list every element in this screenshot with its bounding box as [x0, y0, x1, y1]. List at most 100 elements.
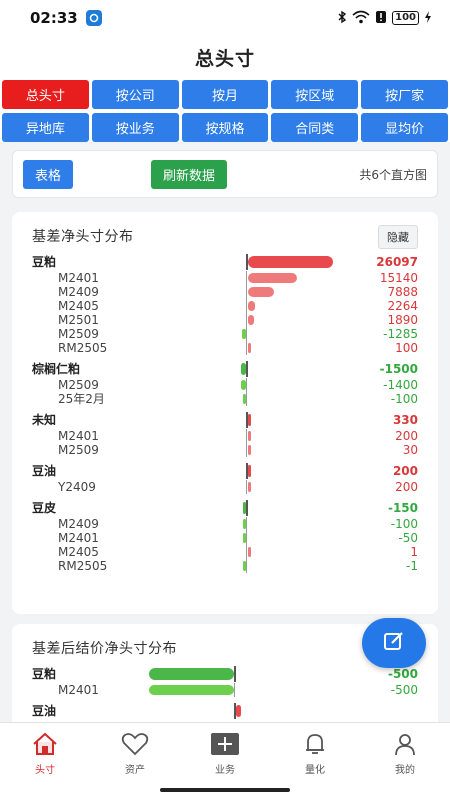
- category-row: 豆粕 26097: [12, 254, 438, 271]
- row-value: 2264: [387, 299, 418, 313]
- tab-total-position[interactable]: 总头寸: [2, 80, 89, 109]
- hide-button[interactable]: 隐藏: [378, 225, 418, 249]
- zero-axis: [246, 378, 247, 392]
- category-row: 未知 330: [12, 412, 438, 429]
- view-tabs: 总头寸 按公司 按月 按区域 按厂家 异地库 按业务 按规格 合同类 显均价: [0, 78, 450, 142]
- alert-icon: [375, 10, 387, 27]
- position-bar: [248, 465, 251, 477]
- row-value: 200: [392, 464, 418, 478]
- refresh-data-button[interactable]: 刷新数据: [151, 159, 228, 189]
- zero-axis: [246, 327, 247, 341]
- row-value: 330: [392, 413, 418, 427]
- title-bar: 总头寸: [0, 36, 450, 78]
- status-icons: 100: [337, 10, 432, 27]
- row-label: 棕榈仁粕: [32, 362, 81, 376]
- row-label: M2509: [58, 443, 99, 457]
- position-bar: [248, 273, 297, 283]
- nav-mine[interactable]: 我的: [360, 723, 450, 800]
- position-bar: [248, 301, 255, 311]
- row-label: 豆油: [32, 704, 57, 718]
- row-value: 200: [395, 429, 418, 443]
- nav-label: 资产: [125, 765, 145, 776]
- row-value: -100: [390, 392, 418, 406]
- tab-show-avg-price[interactable]: 显均价: [361, 113, 448, 142]
- tab-by-business[interactable]: 按业务: [91, 113, 179, 142]
- zero-axis: [246, 559, 247, 573]
- position-bar: [243, 561, 246, 571]
- nav-label: 业务: [215, 765, 235, 776]
- row-value: 1: [410, 545, 418, 559]
- zero-axis: [246, 500, 248, 516]
- zero-axis: [246, 299, 247, 313]
- category-row: 豆粕 -500: [12, 666, 438, 683]
- edit-icon: [383, 630, 405, 656]
- tab-by-month[interactable]: 按月: [181, 80, 269, 109]
- histogram-rows: 豆粕 26097 M2401 15140 M2409 7888 M2405 2264 M2501…: [12, 254, 438, 573]
- tab-by-company[interactable]: 按公司: [91, 80, 179, 109]
- contract-row: RM2505 -1: [12, 559, 438, 573]
- zero-axis: [246, 271, 247, 285]
- contract-row: M2401 -50: [12, 531, 438, 545]
- tab-contract-type[interactable]: 合同类: [271, 113, 359, 142]
- plus-icon: [210, 731, 240, 757]
- nav-position[interactable]: 头寸: [0, 723, 90, 800]
- battery-indicator: 100: [392, 11, 419, 25]
- zero-axis: [234, 683, 235, 697]
- heart-icon: [121, 731, 149, 757]
- zero-axis: [246, 545, 247, 559]
- tab-by-spec[interactable]: 按规格: [181, 113, 269, 142]
- contract-row: M2509 30: [12, 443, 438, 457]
- wifi-icon: [352, 10, 370, 27]
- row-value: -1500: [379, 362, 418, 376]
- contract-row: M2405 1: [12, 545, 438, 559]
- contract-row: M2405 2264: [12, 299, 438, 313]
- zero-axis: [246, 480, 247, 494]
- contract-row: M2401 15140: [12, 271, 438, 285]
- category-row: 豆油 200: [12, 463, 438, 480]
- app-notification-icon: [85, 10, 102, 26]
- row-value: -500: [387, 667, 418, 681]
- position-bar: [243, 519, 246, 529]
- tab-by-manufacturer[interactable]: 按厂家: [361, 80, 448, 109]
- chart-count-label: 共6个直方图: [359, 167, 427, 182]
- row-label: M2405: [58, 299, 99, 313]
- tab-by-region[interactable]: 按区域: [271, 80, 359, 109]
- row-value: 15140: [379, 271, 418, 285]
- row-value: -500: [390, 683, 418, 697]
- row-value: 100: [395, 341, 418, 355]
- status-bar: 02:33 100: [0, 0, 450, 36]
- row-label: 豆粕: [32, 255, 57, 269]
- tab-remote-warehouse[interactable]: 异地库: [2, 113, 89, 142]
- histogram-rows: 豆粕 -500 M2401 -500 豆油: [12, 666, 438, 720]
- row-value: -1400: [383, 378, 418, 392]
- basis-net-position-card: 基差净头寸分布 隐藏 豆粕 26097 M2401 15140 M2409 7888 M24…: [12, 212, 438, 614]
- row-label: RM2505: [58, 559, 108, 573]
- zero-axis: [234, 666, 236, 682]
- table-button[interactable]: 表格: [23, 159, 74, 189]
- row-value: -1: [406, 559, 418, 573]
- edit-fab-button[interactable]: [362, 618, 426, 668]
- row-value: -50: [398, 531, 418, 545]
- user-icon: [393, 731, 417, 757]
- nav-label: 头寸: [35, 765, 55, 776]
- position-bar: [248, 315, 254, 325]
- contract-row: RM2505 100: [12, 341, 438, 355]
- zero-axis: [246, 313, 247, 327]
- contract-row: M2509 -1285: [12, 327, 438, 341]
- row-label: M2501: [58, 313, 99, 327]
- position-bar: [241, 380, 246, 390]
- position-bar: [236, 705, 241, 717]
- zero-axis: [246, 285, 247, 299]
- card-title: 基差后结价净头寸分布: [32, 641, 177, 657]
- category-row: 豆油: [12, 703, 438, 720]
- card-title: 基差净头寸分布: [32, 229, 134, 245]
- position-bar: [243, 502, 246, 514]
- position-bar: [149, 685, 234, 695]
- position-bar: [243, 533, 246, 543]
- row-value: -100: [390, 517, 418, 531]
- row-label: Y2409: [58, 480, 96, 494]
- category-row: 棕榈仁粕 -1500: [12, 361, 438, 378]
- position-bar: [248, 287, 274, 297]
- zero-axis: [246, 361, 248, 377]
- row-label: 豆皮: [32, 501, 57, 515]
